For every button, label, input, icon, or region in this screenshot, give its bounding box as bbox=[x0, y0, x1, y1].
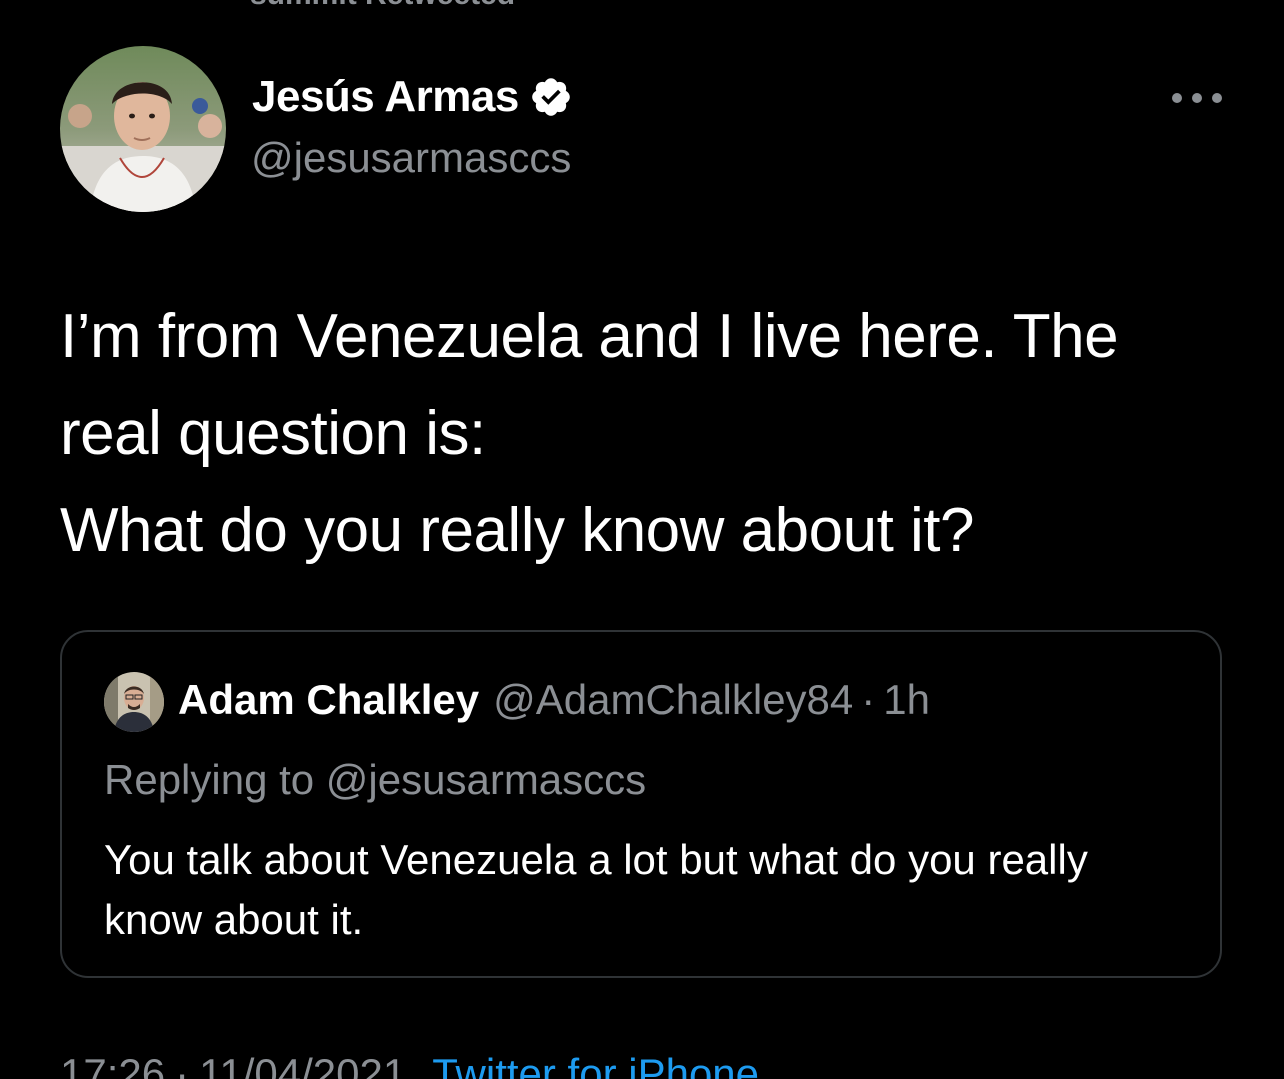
verified-badge-icon bbox=[529, 75, 573, 119]
tweet-text-line: I’m from Venezuela and I live here. The bbox=[60, 302, 1119, 371]
tweet-text-line: What do you really know about it? bbox=[60, 496, 975, 565]
author-name[interactable]: Jesús Armas bbox=[252, 72, 519, 122]
quoted-author-handle[interactable]: @AdamChalkley84 bbox=[493, 676, 853, 724]
tweet-text-line: real question is: bbox=[60, 399, 486, 468]
retweet-context: summit Retweeted bbox=[250, 0, 515, 12]
profile-photo-icon bbox=[104, 672, 164, 732]
author-name-row[interactable]: Jesús Armas bbox=[252, 72, 573, 122]
tweet-date: 11/04/2021 bbox=[199, 1050, 407, 1079]
quoted-tweet-text: You talk about Venezuela a lot but what … bbox=[104, 836, 1088, 943]
tweet-text: I’m from Venezuela and I live here. The … bbox=[60, 288, 1240, 579]
more-horizontal-icon[interactable] bbox=[1172, 86, 1222, 110]
profile-photo-icon bbox=[60, 46, 226, 212]
quoted-tweet-header: Adam Chalkley @AdamChalkley84 · 1h bbox=[178, 676, 930, 724]
quoted-separator: · bbox=[861, 676, 876, 723]
quoted-tweet-card[interactable]: Adam Chalkley @AdamChalkley84 · 1h Reply… bbox=[60, 630, 1222, 978]
replying-to-label: Replying to @jesusarmasccs bbox=[104, 756, 647, 803]
tweet-source-link[interactable]: Twitter for iPhone bbox=[432, 1050, 759, 1079]
author-handle[interactable]: @jesusarmasccs bbox=[251, 134, 571, 182]
metadata-separator: · bbox=[175, 1050, 190, 1079]
tweet-metadata: 17:26 · 11/04/2021 Twitter for iPhone bbox=[60, 1050, 759, 1079]
quoted-author-name[interactable]: Adam Chalkley bbox=[178, 676, 479, 724]
quoted-timestamp: 1h bbox=[883, 676, 930, 723]
tweet-detail-screen: summit Retweeted Jesús Arm bbox=[0, 0, 1284, 1079]
tweet-time: 17:26 bbox=[60, 1050, 166, 1079]
author-avatar[interactable] bbox=[60, 46, 226, 212]
quoted-author-avatar[interactable] bbox=[104, 672, 164, 732]
